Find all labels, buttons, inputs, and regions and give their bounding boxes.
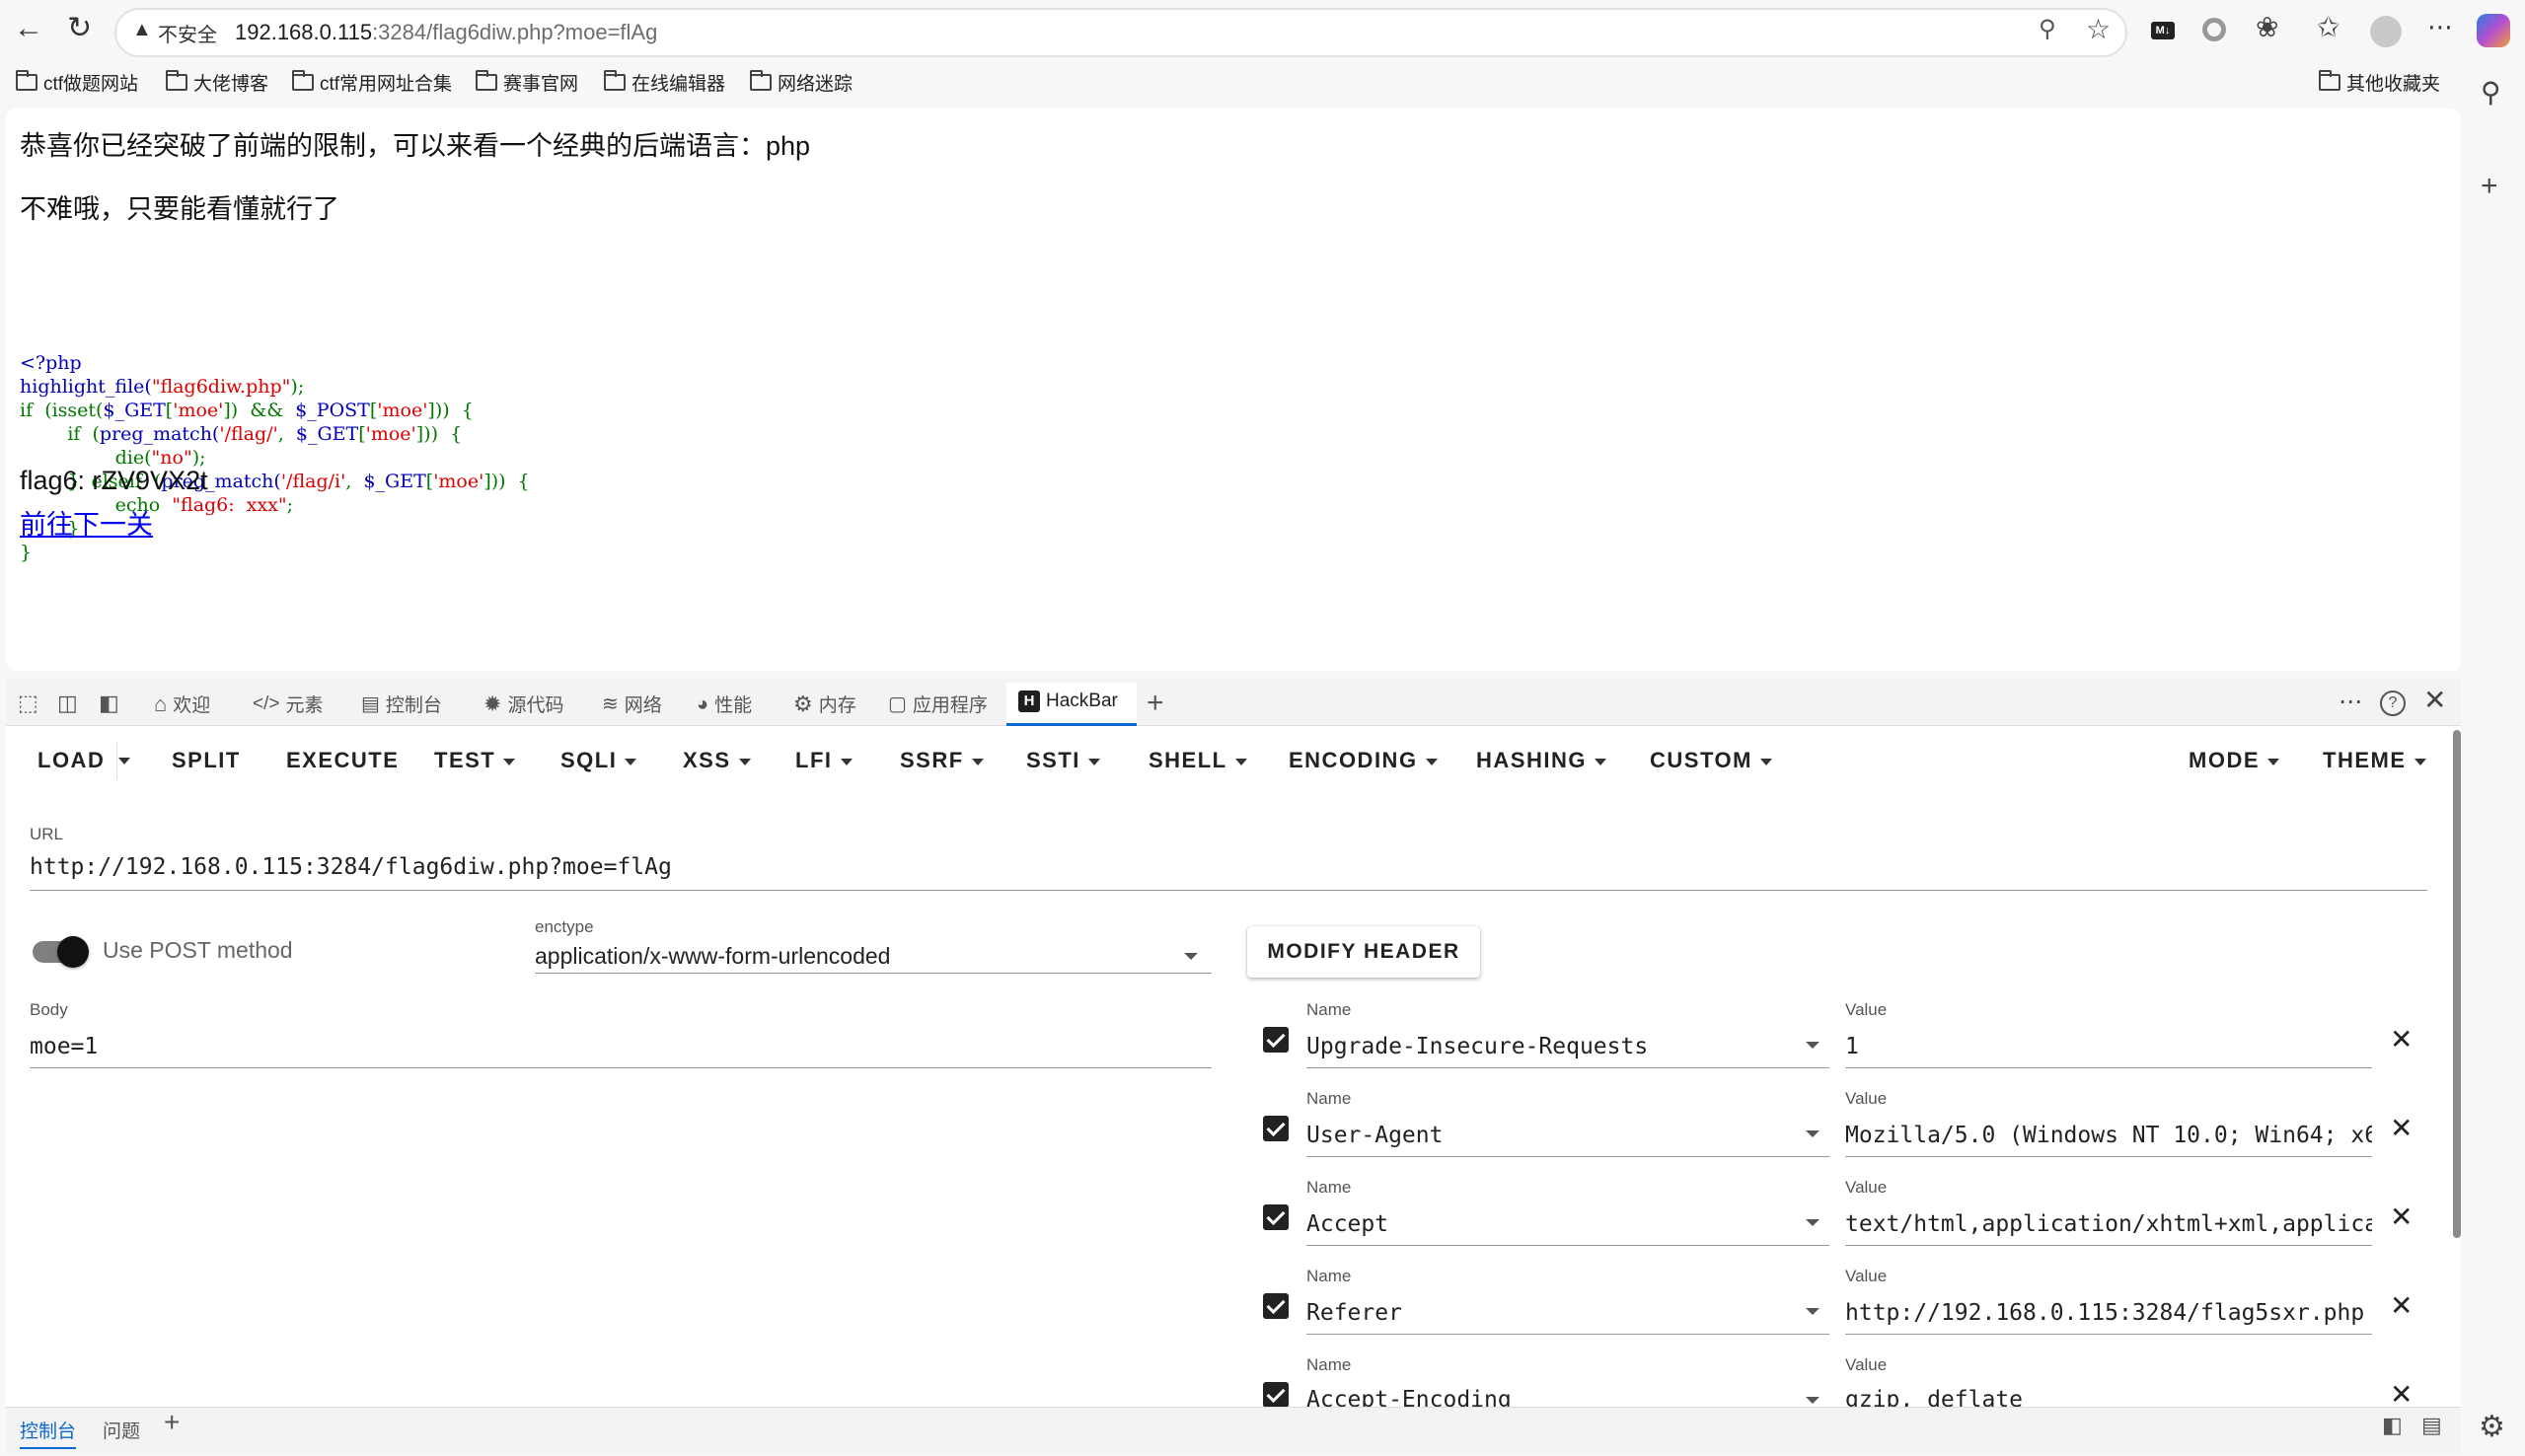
drawer-add-tab-icon[interactable]: + [164, 1409, 180, 1436]
undock-drawer-icon[interactable]: ◧ [2382, 1415, 2403, 1436]
drawer-tab-issues[interactable]: 问题 [103, 1417, 140, 1443]
header-value-input[interactable]: gzip, deflate [1845, 1387, 2372, 1407]
header-row: Name Accept-Encoding Value gzip, deflate… [0, 0, 2525, 1407]
header-name-input[interactable]: Accept-Encoding [1306, 1387, 1790, 1407]
header-enable-checkbox[interactable] [1263, 1382, 1289, 1407]
remove-header-icon[interactable]: ✕ [2390, 1381, 2413, 1408]
sidebar-settings-icon[interactable]: ⚙ [2479, 1413, 2505, 1442]
header-name-dropdown-icon[interactable] [1806, 1397, 1819, 1404]
header-value-label: Value [1845, 1355, 1888, 1374]
devtools-drawer [6, 1407, 2461, 1454]
drawer-tab-console[interactable]: 控制台 [20, 1417, 77, 1449]
hackbar-scrollbar[interactable] [2453, 730, 2461, 1238]
collapse-drawer-icon[interactable]: ▤ [2421, 1415, 2442, 1436]
header-name-label: Name [1306, 1355, 1352, 1374]
